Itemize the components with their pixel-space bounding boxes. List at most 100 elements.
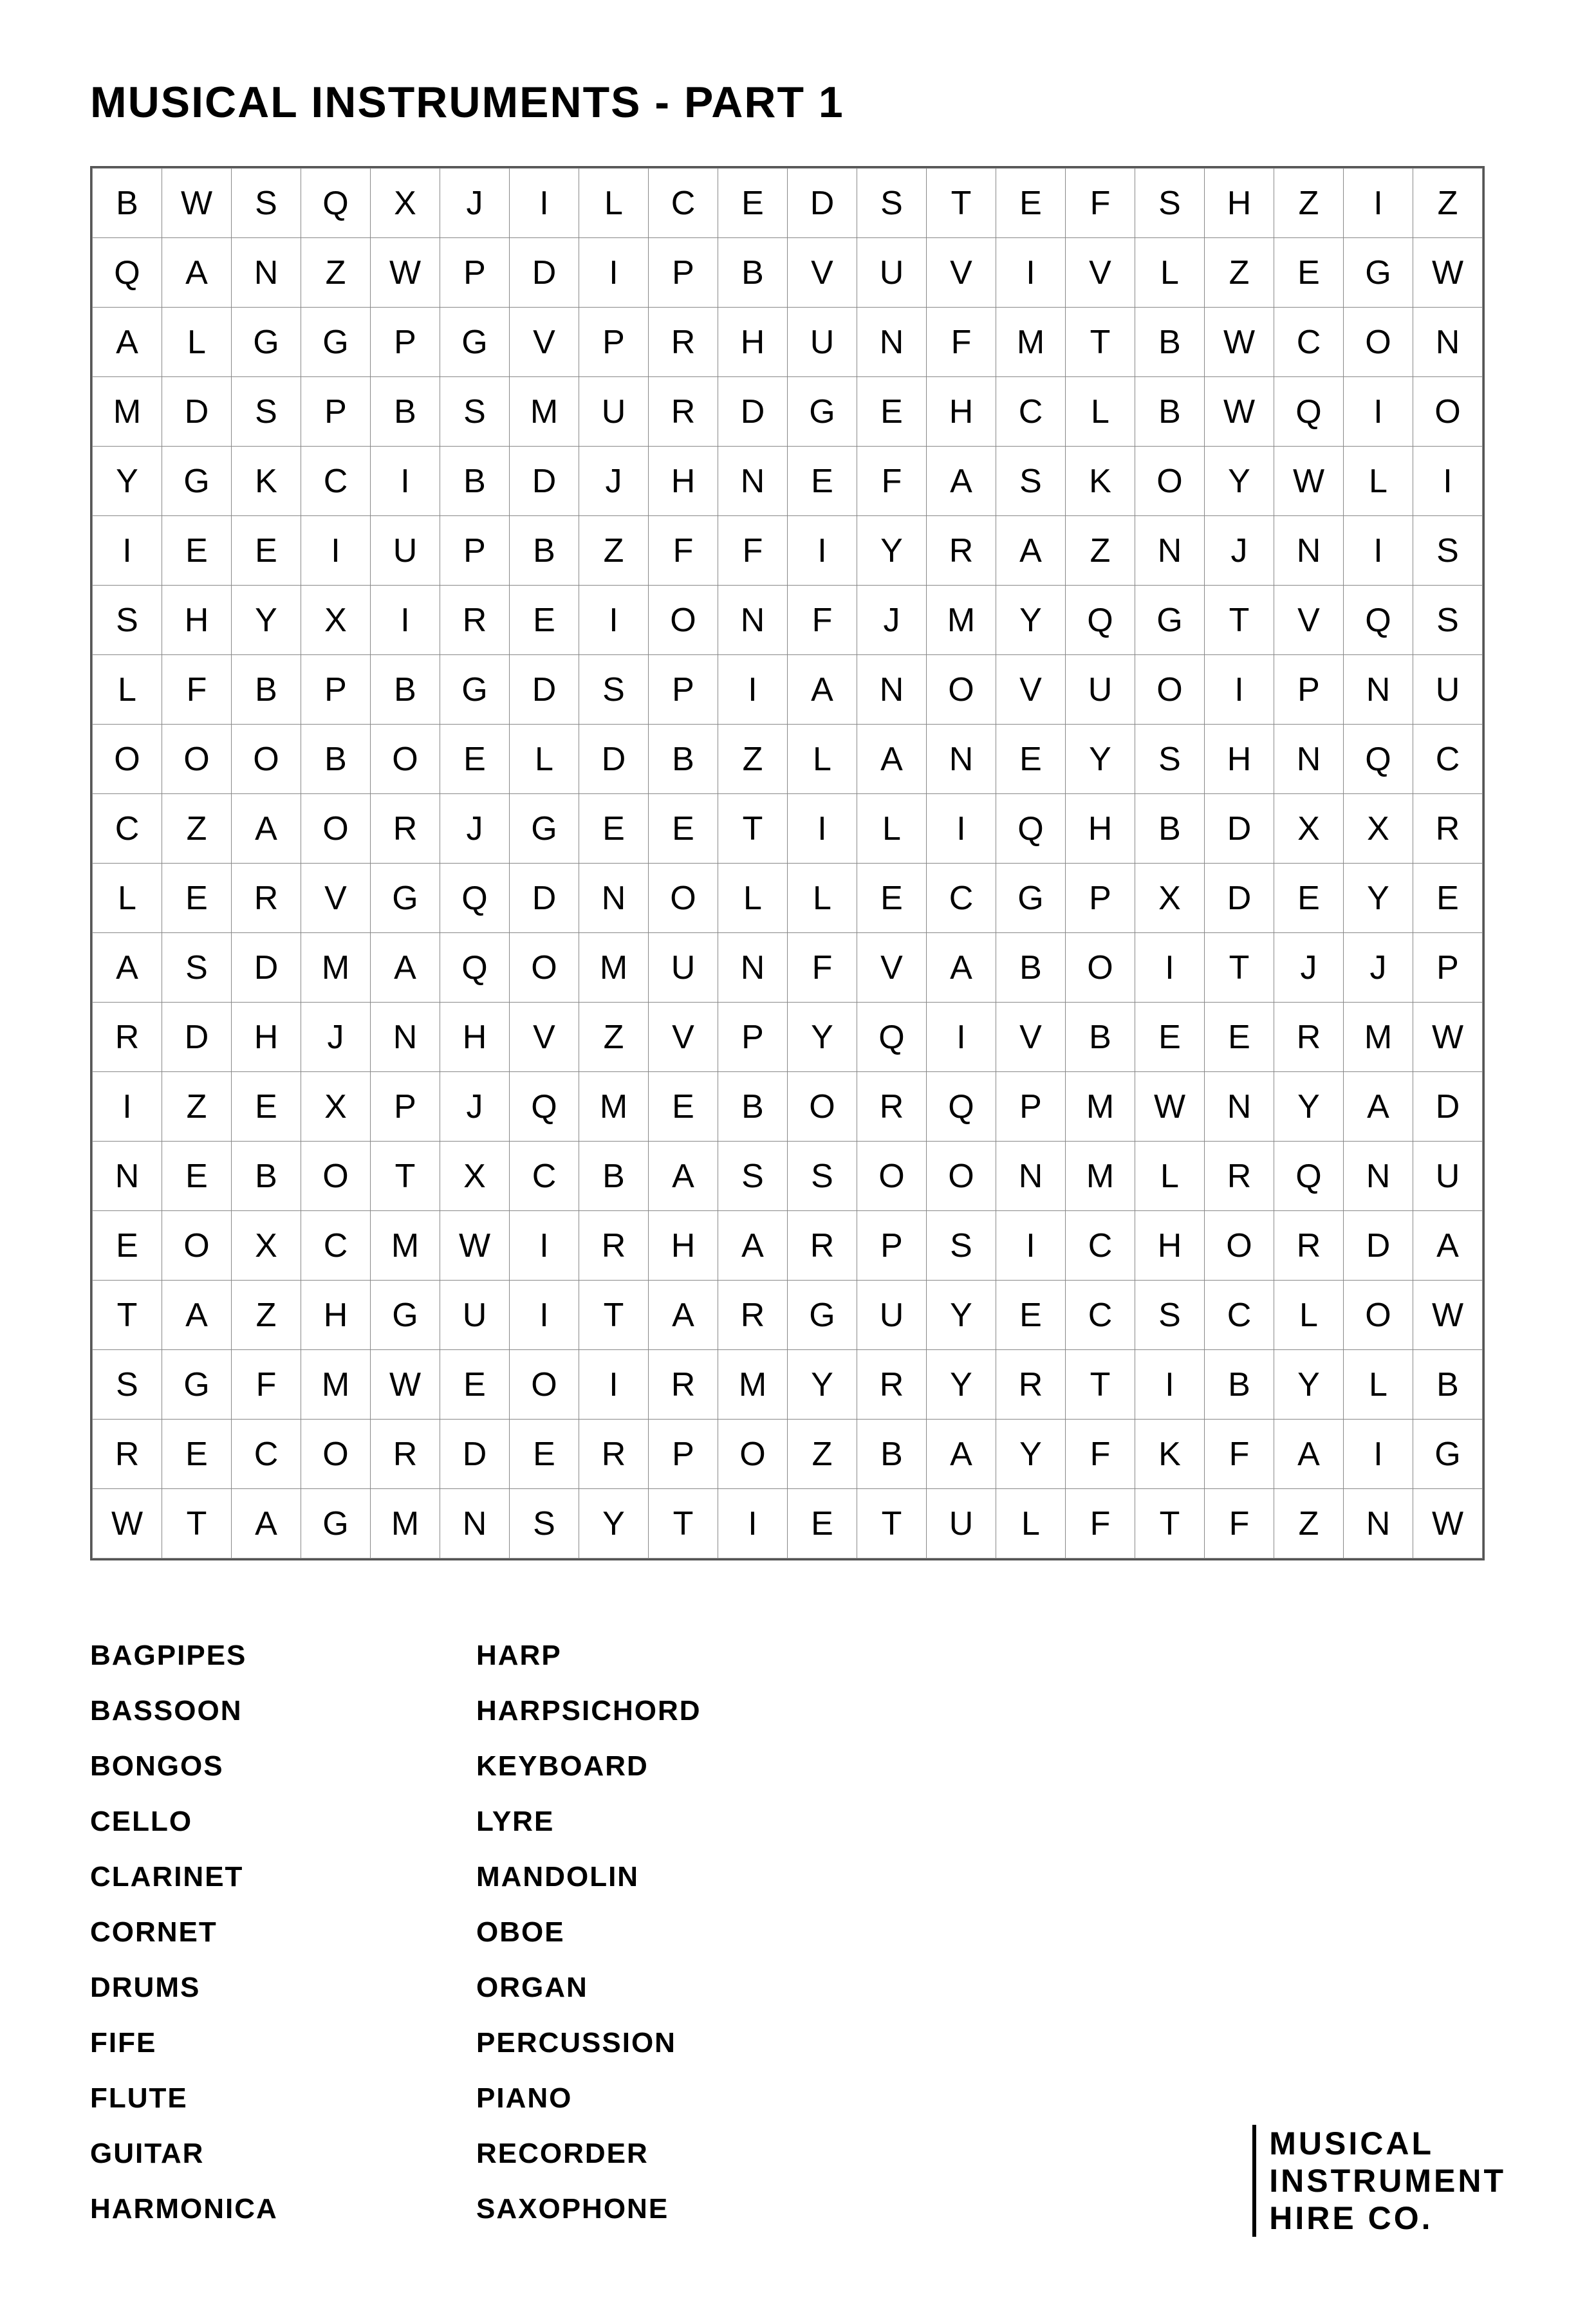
grid-cell: A [927,933,996,1003]
grid-cell: T [162,1489,232,1559]
grid-cell: H [649,447,718,516]
grid-cell: L [996,1489,1066,1559]
grid-cell: E [788,1489,857,1559]
grid-cell: J [857,586,927,655]
grid-cell: O [1344,308,1413,377]
word-column-1: BAGPIPESBASSOONBONGOSCELLOCLARINETCORNET… [90,1628,476,2237]
grid-cell: W [162,169,232,238]
grid-cell: T [1066,308,1135,377]
grid-cell: P [1413,933,1483,1003]
word-item: CELLO [90,1794,476,1849]
grid-cell: E [649,1072,718,1142]
grid-cell: O [927,1142,996,1211]
word-item: HARMONICA [90,2181,476,2237]
grid-cell: W [1205,377,1274,447]
grid-cell: P [301,655,371,725]
grid-cell: X [301,1072,371,1142]
grid-cell: A [718,1211,788,1281]
grid-cell: N [579,864,649,933]
word-item: ORGAN [476,1960,862,2015]
grid-cell: M [510,377,579,447]
grid-cell: E [857,377,927,447]
grid-cell: R [1413,794,1483,864]
grid-cell: Y [927,1350,996,1420]
grid-cell: W [1135,1072,1205,1142]
grid-cell: G [788,377,857,447]
grid-cell: G [301,1489,371,1559]
grid-cell: Q [857,1003,927,1072]
grid-cell: E [510,1420,579,1489]
grid-cell: D [1413,1072,1483,1142]
grid-cell: Y [996,586,1066,655]
grid-cell: Y [93,447,162,516]
grid-cell: T [1135,1489,1205,1559]
grid-cell: R [371,794,440,864]
grid-cell: U [579,377,649,447]
grid-cell: B [232,1142,301,1211]
grid-cell: I [579,238,649,308]
logo-box: MUSICAL INSTRUMENT HIRE CO. [1252,2125,1506,2237]
grid-cell: A [927,447,996,516]
grid-cell: A [1274,1420,1344,1489]
grid-cell: V [788,238,857,308]
grid-cell: L [162,308,232,377]
word-item: CLARINET [90,1849,476,1905]
word-item: FLUTE [90,2071,476,2126]
grid-cell: S [1413,586,1483,655]
grid-cell: Y [857,516,927,586]
grid-cell: H [927,377,996,447]
grid-cell: U [440,1281,510,1350]
grid-cell: L [1066,377,1135,447]
grid-cell: L [579,169,649,238]
grid-cell: I [371,447,440,516]
grid-cell: Q [996,794,1066,864]
grid-cell: I [996,238,1066,308]
grid-cell: O [649,864,718,933]
grid-cell: O [301,1420,371,1489]
grid-cell: R [579,1420,649,1489]
grid-cell: O [718,1420,788,1489]
grid-cell: E [857,864,927,933]
grid-cell: R [1205,1142,1274,1211]
grid-cell: V [1066,238,1135,308]
grid-cell: E [232,1072,301,1142]
grid-cell: I [93,1072,162,1142]
grid-cell: R [93,1003,162,1072]
word-item: BAGPIPES [90,1628,476,1683]
grid-cell: T [718,794,788,864]
word-item: DRUMS [90,1960,476,2015]
grid-cell: W [1413,1003,1483,1072]
grid-cell: E [649,794,718,864]
grid-cell: O [927,655,996,725]
grid-cell: X [440,1142,510,1211]
grid-cell: Z [1205,238,1274,308]
grid-cell: M [301,933,371,1003]
grid-cell: T [579,1281,649,1350]
word-item: LYRE [476,1794,862,1849]
bottom-section: BAGPIPESBASSOONBONGOSCELLOCLARINETCORNET… [90,1615,1506,2237]
grid-cell: U [927,1489,996,1559]
grid-cell: U [1066,655,1135,725]
grid-cell: L [93,864,162,933]
grid-cell: C [1274,308,1344,377]
grid-cell: V [649,1003,718,1072]
grid-cell: O [162,1211,232,1281]
grid-cell: I [1344,516,1413,586]
grid-cell: I [579,1350,649,1420]
grid-cell: T [857,1489,927,1559]
word-column-2: HARPHARPSICHORDKEYBOARDLYREMANDOLINOBOEO… [476,1628,862,2237]
grid-cell: T [93,1281,162,1350]
grid-cell: P [371,1072,440,1142]
grid-cell: S [440,377,510,447]
grid-cell: S [579,655,649,725]
grid-cell: M [371,1489,440,1559]
grid-cell: C [1066,1211,1135,1281]
grid-cell: J [440,794,510,864]
grid-cell: S [1135,725,1205,794]
grid-cell: O [232,725,301,794]
grid-cell: Q [927,1072,996,1142]
grid-cell: R [371,1420,440,1489]
grid-cell: P [301,377,371,447]
grid-cell: D [788,169,857,238]
grid-cell: N [718,447,788,516]
